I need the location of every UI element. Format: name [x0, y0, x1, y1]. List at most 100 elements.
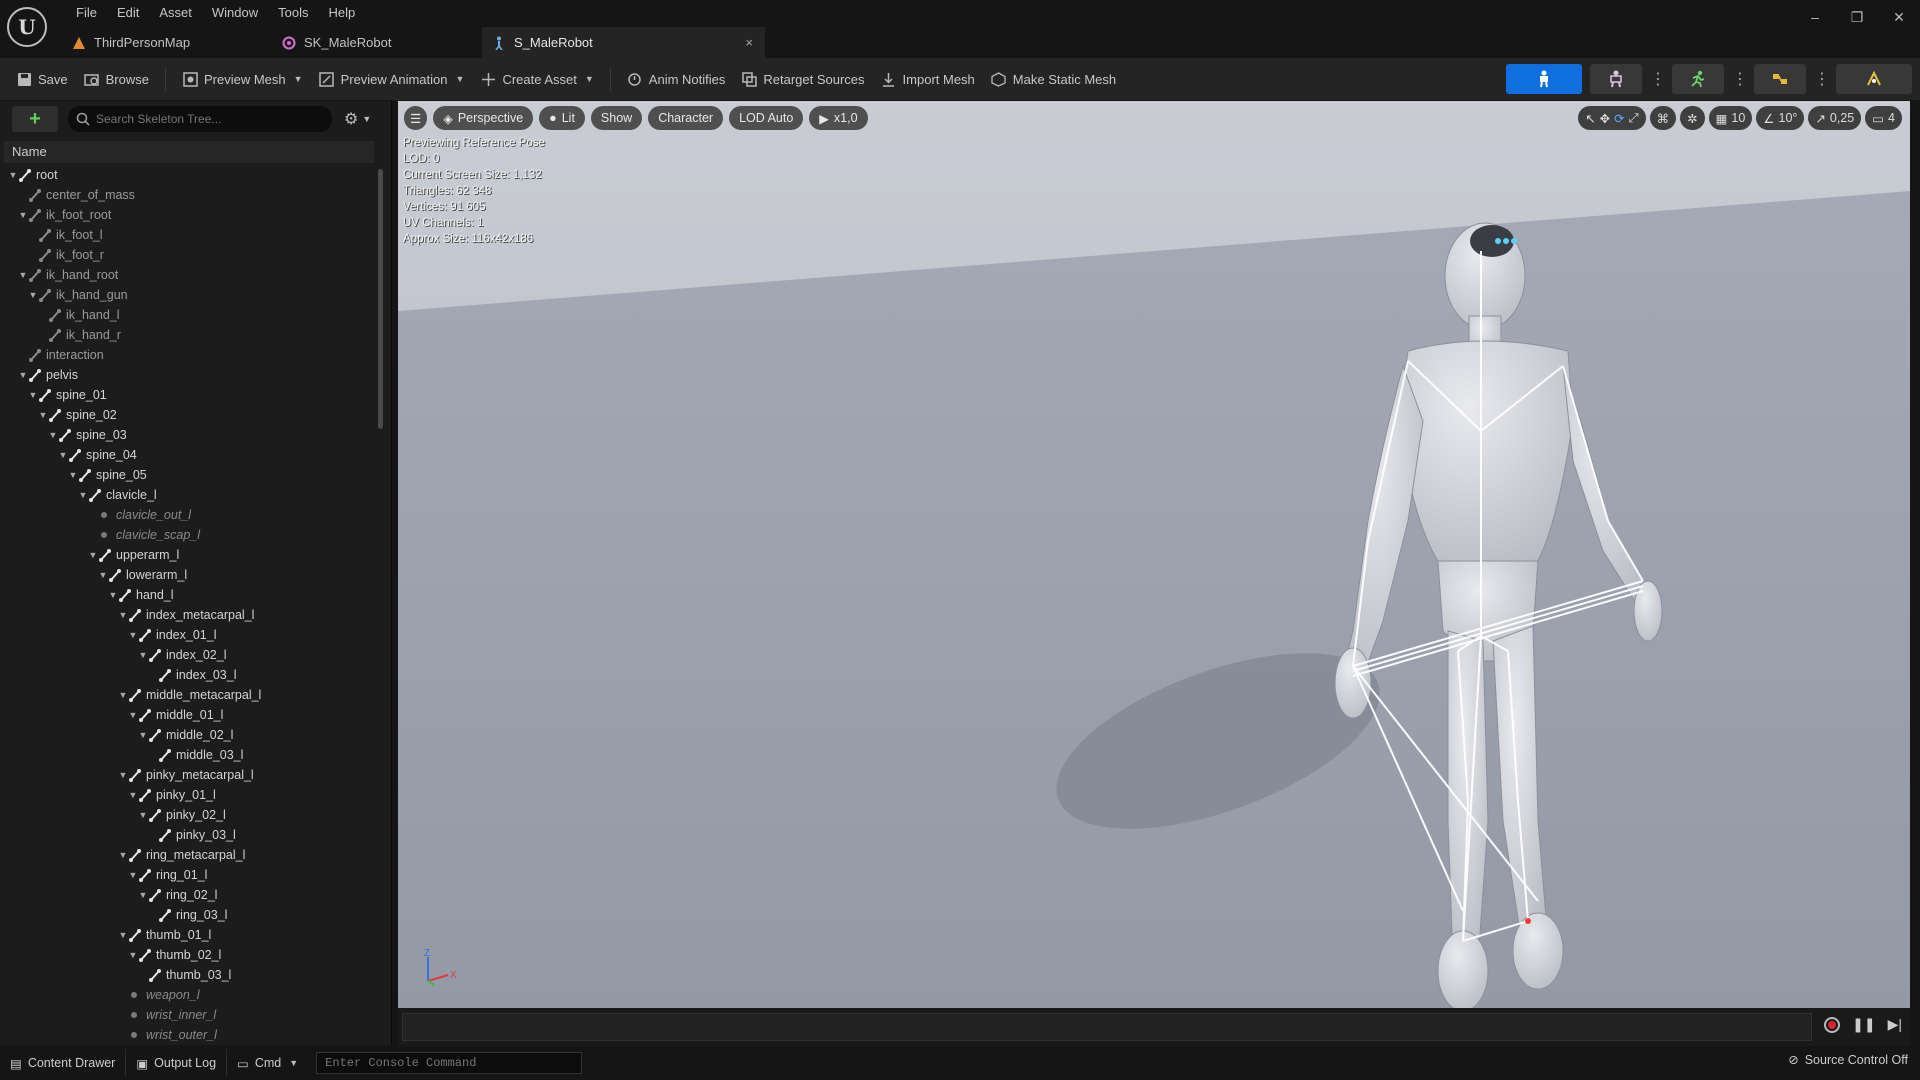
- bone-row[interactable]: ▼ thumb_02_l: [128, 945, 221, 965]
- expand-arrow-icon[interactable]: ▼: [118, 685, 128, 705]
- bone-row[interactable]: ▼ spine_04: [58, 445, 137, 465]
- bone-row[interactable]: ▼ thumb_01_l: [118, 925, 211, 945]
- expand-arrow-icon[interactable]: ▼: [118, 925, 128, 945]
- bone-row[interactable]: ▼ spine_02: [38, 405, 117, 425]
- menu-window[interactable]: Window: [202, 3, 268, 23]
- expand-arrow-icon[interactable]: ▼: [18, 205, 28, 225]
- bone-row[interactable]: thumb_03_l: [138, 965, 231, 985]
- bone-row[interactable]: ▼ ik_foot_root: [18, 205, 111, 225]
- expand-arrow-icon[interactable]: ▼: [118, 845, 128, 865]
- bone-row[interactable]: center_of_mass: [18, 185, 135, 205]
- record-button[interactable]: [1824, 1016, 1841, 1033]
- preview-viewport[interactable]: ☰ ◈ Perspective ● Lit Show Character LOD A…: [398, 101, 1910, 1008]
- animation-mode-button[interactable]: [1672, 64, 1724, 94]
- animation-timeline[interactable]: [402, 1013, 1812, 1041]
- anim-notifies-button[interactable]: Anim Notifies: [619, 64, 734, 94]
- close-tab-icon[interactable]: ×: [745, 35, 753, 50]
- expand-arrow-icon[interactable]: ▼: [108, 585, 118, 605]
- console-command-input[interactable]: [316, 1052, 583, 1074]
- unreal-logo-icon[interactable]: U: [7, 7, 47, 47]
- expand-arrow-icon[interactable]: ▼: [28, 285, 38, 305]
- camera-speed-button[interactable]: ▭ 4: [1865, 106, 1902, 130]
- expand-arrow-icon[interactable]: ▼: [8, 165, 18, 185]
- expand-arrow-icon[interactable]: ▼: [78, 485, 88, 505]
- virtual-bone-row[interactable]: clavicle_out_l: [88, 505, 191, 525]
- bone-row[interactable]: ▼ pinky_02_l: [138, 805, 226, 825]
- virtual-bone-row[interactable]: wrist_outer_l: [118, 1025, 217, 1045]
- more-options-icon[interactable]: ⋮: [1732, 69, 1748, 89]
- surface-snap-toggle[interactable]: ✲: [1680, 106, 1705, 130]
- tree-settings-button[interactable]: ⚙ ▼: [344, 109, 371, 129]
- virtual-bone-row[interactable]: clavicle_scap_l: [88, 525, 200, 545]
- expand-arrow-icon[interactable]: ▼: [88, 545, 98, 565]
- bone-row[interactable]: ▼ ik_hand_gun: [28, 285, 128, 305]
- browse-button[interactable]: Browse: [76, 64, 157, 94]
- expand-arrow-icon[interactable]: ▼: [128, 945, 138, 965]
- retarget-sources-button[interactable]: Retarget Sources: [733, 64, 872, 94]
- expand-arrow-icon[interactable]: ▼: [38, 405, 48, 425]
- bone-row[interactable]: ▼ spine_03: [48, 425, 127, 445]
- preview-animation-button[interactable]: Preview Animation ▼: [311, 64, 473, 94]
- bone-row[interactable]: ▼ ik_hand_root: [18, 265, 118, 285]
- pause-icon[interactable]: ❚❚: [1852, 1016, 1875, 1033]
- mesh-mode-button[interactable]: [1590, 64, 1642, 94]
- bone-row[interactable]: ▼ ring_metacarpal_l: [118, 845, 245, 865]
- show-button[interactable]: Show: [590, 106, 643, 130]
- bone-row[interactable]: ▼ clavicle_l: [78, 485, 157, 505]
- bone-row[interactable]: index_03_l: [148, 665, 236, 685]
- more-options-icon[interactable]: ⋮: [1814, 69, 1830, 89]
- expand-arrow-icon[interactable]: ▼: [58, 445, 68, 465]
- bone-row[interactable]: ▼ index_metacarpal_l: [118, 605, 254, 625]
- bone-row[interactable]: ▼ spine_01: [28, 385, 107, 405]
- menu-asset[interactable]: Asset: [149, 3, 202, 23]
- scale-snap-toggle[interactable]: ↗ 0,25: [1808, 106, 1862, 130]
- add-socket-button[interactable]: +: [12, 106, 58, 132]
- source-control-status[interactable]: ⊘ Source Control Off: [1788, 1052, 1908, 1068]
- save-button[interactable]: Save: [8, 64, 76, 94]
- playback-speed-button[interactable]: ▶ x1,0: [809, 106, 868, 130]
- more-options-icon[interactable]: ⋮: [1650, 69, 1666, 89]
- rotation-snap-toggle[interactable]: ∠ 10°: [1756, 106, 1805, 130]
- expand-arrow-icon[interactable]: ▼: [138, 805, 148, 825]
- bone-row[interactable]: ▼ ring_02_l: [138, 885, 217, 905]
- create-asset-button[interactable]: Create Asset ▼: [472, 64, 601, 94]
- tab-thirdpersonmap[interactable]: ThirdPersonMap: [62, 27, 272, 58]
- bone-row[interactable]: ring_03_l: [148, 905, 227, 925]
- expand-arrow-icon[interactable]: ▼: [18, 365, 28, 385]
- menu-file[interactable]: File: [66, 3, 107, 23]
- expand-arrow-icon[interactable]: ▼: [48, 425, 58, 445]
- world-local-toggle[interactable]: ⌘: [1649, 106, 1677, 130]
- bone-row[interactable]: ▼ pinky_metacarpal_l: [118, 765, 254, 785]
- bone-row[interactable]: ▼ lowerarm_l: [98, 565, 187, 585]
- search-input[interactable]: [96, 112, 316, 126]
- bone-row[interactable]: pinky_03_l: [148, 825, 236, 845]
- preview-mesh-button[interactable]: Preview Mesh ▼: [174, 64, 311, 94]
- bone-row[interactable]: ik_hand_r: [38, 325, 121, 345]
- virtual-bone-row[interactable]: wrist_inner_l: [118, 1005, 216, 1025]
- virtual-bone-row[interactable]: weapon_l: [118, 985, 200, 1005]
- physics-mode-button[interactable]: [1836, 64, 1912, 94]
- content-drawer-button[interactable]: ▤ Content Drawer: [0, 1049, 127, 1077]
- skeleton-mode-button[interactable]: [1506, 64, 1582, 94]
- viewport-menu-button[interactable]: ☰: [404, 106, 428, 130]
- close-window-icon[interactable]: ✕: [1878, 0, 1920, 34]
- restore-icon[interactable]: ❐: [1836, 0, 1878, 34]
- expand-arrow-icon[interactable]: ▼: [118, 605, 128, 625]
- scale-icon[interactable]: ⤢: [1629, 111, 1639, 126]
- expand-arrow-icon[interactable]: ▼: [128, 705, 138, 725]
- bone-row[interactable]: ▼ hand_l: [108, 585, 174, 605]
- menu-tools[interactable]: Tools: [268, 3, 318, 23]
- step-forward-icon[interactable]: ▶|: [1888, 1016, 1902, 1033]
- bone-row[interactable]: ▼ spine_05: [68, 465, 147, 485]
- grid-snap-toggle[interactable]: ▦ 10: [1708, 106, 1753, 130]
- character-button[interactable]: Character: [648, 106, 724, 130]
- output-log-button[interactable]: ▣ Output Log: [126, 1049, 228, 1077]
- select-icon[interactable]: ↖: [1585, 111, 1595, 126]
- expand-arrow-icon[interactable]: ▼: [138, 885, 148, 905]
- bone-row[interactable]: ▼ pelvis: [18, 365, 78, 385]
- tree-scrollbar[interactable]: [378, 169, 383, 429]
- bone-row[interactable]: ▼ root: [8, 165, 58, 185]
- blueprint-mode-button[interactable]: [1754, 64, 1806, 94]
- expand-arrow-icon[interactable]: ▼: [68, 465, 78, 485]
- translate-icon[interactable]: ✥: [1600, 111, 1610, 126]
